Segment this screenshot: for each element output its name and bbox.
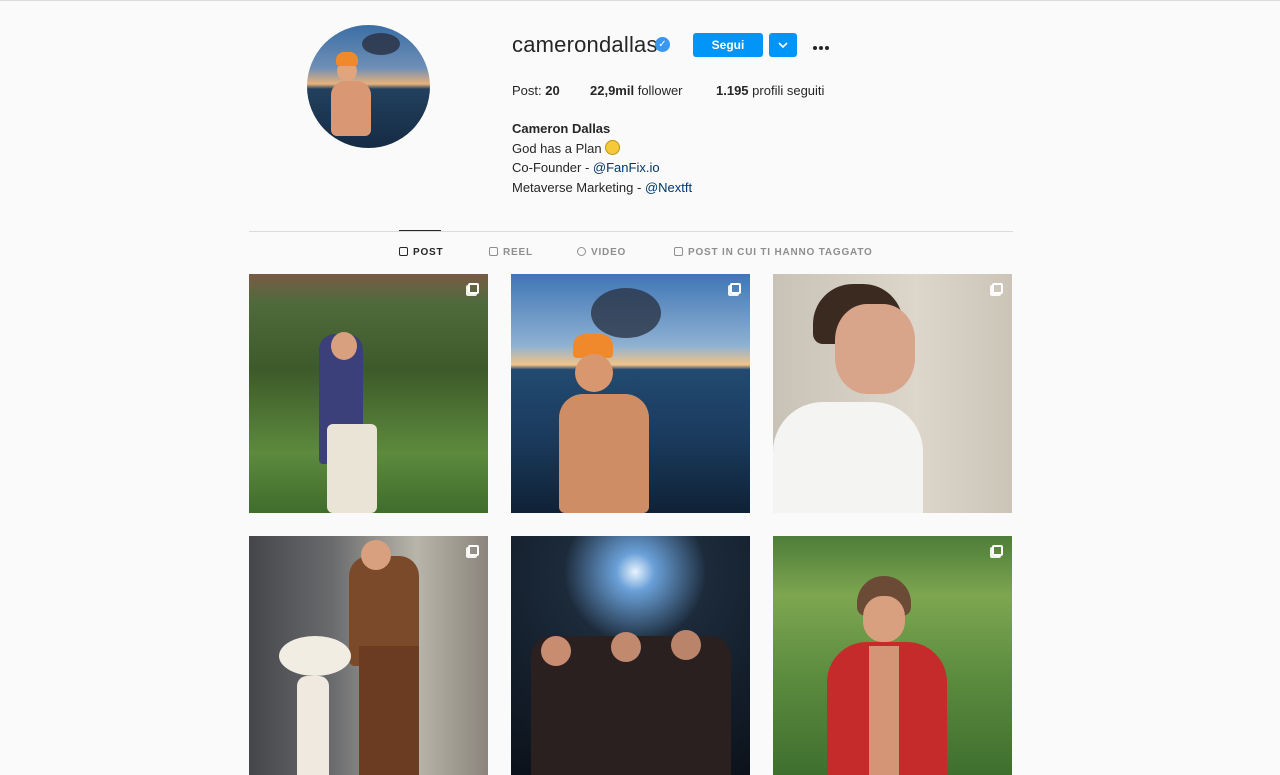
tab-posts[interactable]: POST [399,247,443,258]
tab-reels[interactable]: REEL [489,247,533,258]
carousel-icon [730,283,741,294]
post-figure [279,636,351,676]
sun-icon [604,139,620,155]
posts-value: 20 [545,83,560,98]
tab-video-label: VIDEO [591,247,627,258]
post-figure [591,288,661,338]
dot-icon [813,45,817,50]
fanfix-link[interactable]: @FanFix.io [593,160,660,175]
top-border [0,0,1280,1]
bio-line-3: Metaverse Marketing - @Nextft [512,178,692,198]
bio-line-2: Co-Founder - @FanFix.io [512,158,692,178]
post-figure [559,394,649,513]
post-thumbnail[interactable] [249,274,488,513]
carousel-icon [992,545,1003,556]
post-figure [835,304,915,394]
chevron-down-icon [778,42,788,48]
bio-name: Cameron Dallas [512,121,611,136]
post-figure [671,630,701,660]
follow-button[interactable]: Segui [693,33,763,57]
following-label: profili seguiti [752,83,825,98]
post-figure [773,402,923,513]
dot-icon [825,45,829,50]
posts-label: Post: [512,83,542,98]
following-count[interactable]: 1.195 profili seguiti [716,83,824,98]
post-thumbnail[interactable] [773,536,1012,775]
tag-icon [674,247,683,256]
more-options-button[interactable] [808,34,834,56]
verified-badge-icon: ✓ [655,37,670,52]
tab-tagged[interactable]: POST IN CUI TI HANNO TAGGATO [674,247,873,258]
posts-count: Post: 20 [512,83,560,98]
carousel-icon [468,545,479,556]
post-figure [611,632,641,662]
avatar-cap [336,52,358,66]
bio-line-1: God has a Plan [512,139,692,159]
video-icon [577,247,586,256]
bio-line-1-text: God has a Plan [512,140,602,156]
tab-posts-label: POST [413,247,444,258]
profile-avatar[interactable] [307,25,430,148]
post-figure [327,424,377,513]
post-figure [297,676,329,775]
tabs-divider [249,231,1013,232]
post-figure [869,646,899,775]
carousel-icon [468,283,479,294]
post-figure [359,646,419,775]
followers-label: follower [637,83,683,98]
tab-reels-label: REEL [503,247,533,258]
post-thumbnail[interactable] [511,536,750,775]
bio-line-2-text: Co-Founder - [512,160,593,175]
tab-tagged-label: POST IN CUI TI HANNO TAGGATO [688,247,873,258]
bio-line-3-text: Metaverse Marketing - [512,179,645,195]
profile-bio: Cameron Dallas God has a Plan Co-Founder… [512,119,692,197]
following-value: 1.195 [716,83,749,98]
followers-value: 22,9mil [590,83,635,98]
post-thumbnail[interactable] [249,536,488,775]
post-thumbnail[interactable] [511,274,750,513]
carousel-icon [992,283,1003,294]
followers-count[interactable]: 22,9mil follower [590,83,683,98]
tab-video[interactable]: VIDEO [577,247,626,258]
suggestions-dropdown-button[interactable] [769,33,797,57]
post-figure [331,332,357,360]
nextft-link[interactable]: @Nextft [645,180,692,195]
grid-icon [399,247,408,256]
post-figure [541,636,571,666]
avatar-cloud [362,33,400,55]
avatar-torso [331,81,371,136]
reel-icon [489,247,498,256]
dot-icon [819,45,823,50]
post-thumbnail[interactable] [773,274,1012,513]
post-figure [575,354,613,392]
profile-username: camerondallas [512,32,658,57]
post-figure [863,596,905,642]
post-figure [361,540,391,570]
active-tab-indicator [399,230,441,231]
